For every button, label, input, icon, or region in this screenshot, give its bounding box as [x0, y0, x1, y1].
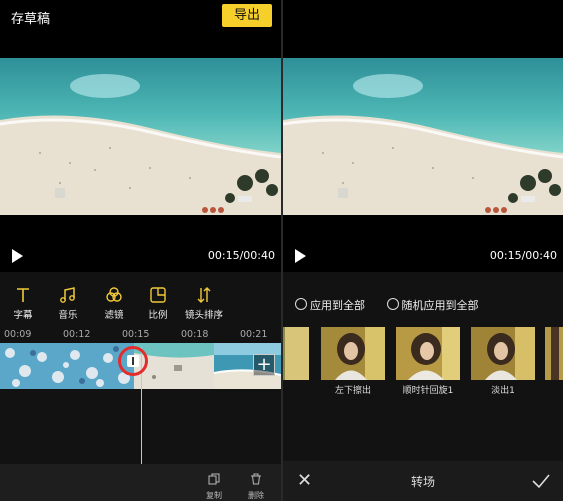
- tool-label: 比例: [148, 310, 168, 321]
- video-preview[interactable]: [0, 58, 281, 215]
- editor-panel: 存草稿 导出 00:15/00:40 字幕 音乐 滤镜 比例 镜头排序 00:0…: [0, 0, 281, 501]
- delete-label: 删除: [248, 491, 264, 500]
- tool-sort[interactable]: 镜头排序: [184, 285, 224, 321]
- timecode: 00:15/00:40: [489, 249, 557, 262]
- time-ruler: 00:09 00:12 00:15 00:18 00:21: [0, 329, 281, 340]
- music-icon: [60, 287, 75, 303]
- bottom-bar: 复制 删除: [0, 464, 281, 501]
- random-all-label: 随机应用到全部: [401, 299, 479, 312]
- ruler-tick: 00:18: [181, 329, 209, 340]
- transition-thumb-1[interactable]: [321, 327, 385, 380]
- transition-label: 淡出1: [491, 386, 515, 396]
- save-draft-button[interactable]: 存草稿: [11, 8, 50, 27]
- transition-panel: 00:15/00:40 应用到全部 随机应用到全部 左下擦出 顺时针回旋1 淡出…: [283, 0, 563, 501]
- apply-all-label: 应用到全部: [310, 299, 365, 312]
- filter-icon: [106, 287, 122, 302]
- copy-icon: [208, 473, 220, 485]
- top-bar: 存草稿 导出: [0, 0, 281, 32]
- export-button[interactable]: 导出: [222, 4, 272, 27]
- ruler-tick: 00:12: [63, 329, 91, 340]
- transition-list: 左下擦出 顺时针回旋1 淡出1: [283, 327, 563, 397]
- radio-icon: [295, 298, 307, 310]
- bottom-title: 转场: [410, 475, 435, 489]
- tool-bar: 字幕 音乐 滤镜 比例 镜头排序: [0, 285, 281, 325]
- ratio-icon: [150, 287, 166, 303]
- transition-thumb-3[interactable]: [471, 327, 535, 380]
- random-all-option[interactable]: 随机应用到全部: [386, 297, 479, 313]
- apply-all-option[interactable]: 应用到全部: [295, 297, 365, 313]
- ruler-tick: 00:21: [240, 329, 268, 340]
- trash-icon: [251, 473, 261, 485]
- play-button[interactable]: [295, 249, 306, 263]
- bottom-bar: ✕ 转场: [283, 461, 563, 501]
- transition-thumb-partial[interactable]: [545, 327, 563, 380]
- video-clip-1[interactable]: [0, 343, 134, 389]
- tool-label: 镜头排序: [184, 310, 223, 321]
- video-preview[interactable]: [283, 58, 563, 215]
- tool-label: 滤镜: [104, 310, 124, 321]
- transition-marker-icon[interactable]: [127, 355, 139, 367]
- play-button[interactable]: [12, 249, 23, 263]
- tool-text[interactable]: 字幕: [3, 285, 43, 321]
- transition-thumb-2[interactable]: [396, 327, 460, 380]
- tool-label: 音乐: [58, 310, 78, 321]
- transition-label: 左下擦出: [334, 386, 371, 396]
- sort-icon: [197, 287, 211, 303]
- text-icon: [17, 288, 29, 302]
- copy-label: 复制: [206, 491, 222, 500]
- apply-options: 应用到全部 随机应用到全部: [295, 297, 497, 313]
- delete-button[interactable]: 删除: [243, 470, 269, 501]
- radio-icon: [386, 298, 399, 310]
- tool-music[interactable]: 音乐: [48, 285, 88, 321]
- ruler-tick: 00:15: [122, 329, 150, 340]
- check-icon[interactable]: [531, 471, 551, 491]
- add-clip-button[interactable]: +: [253, 354, 275, 376]
- copy-button[interactable]: 复制: [201, 470, 227, 501]
- tool-label: 字幕: [13, 310, 33, 321]
- tool-ratio[interactable]: 比例: [138, 285, 178, 321]
- tool-filter[interactable]: 滤镜: [94, 285, 134, 321]
- timecode: 00:15/00:40: [207, 249, 275, 262]
- ruler-tick: 00:09: [4, 329, 32, 340]
- transition-thumb-partial[interactable]: [283, 327, 309, 380]
- transition-label: 顺时针回旋1: [402, 386, 454, 396]
